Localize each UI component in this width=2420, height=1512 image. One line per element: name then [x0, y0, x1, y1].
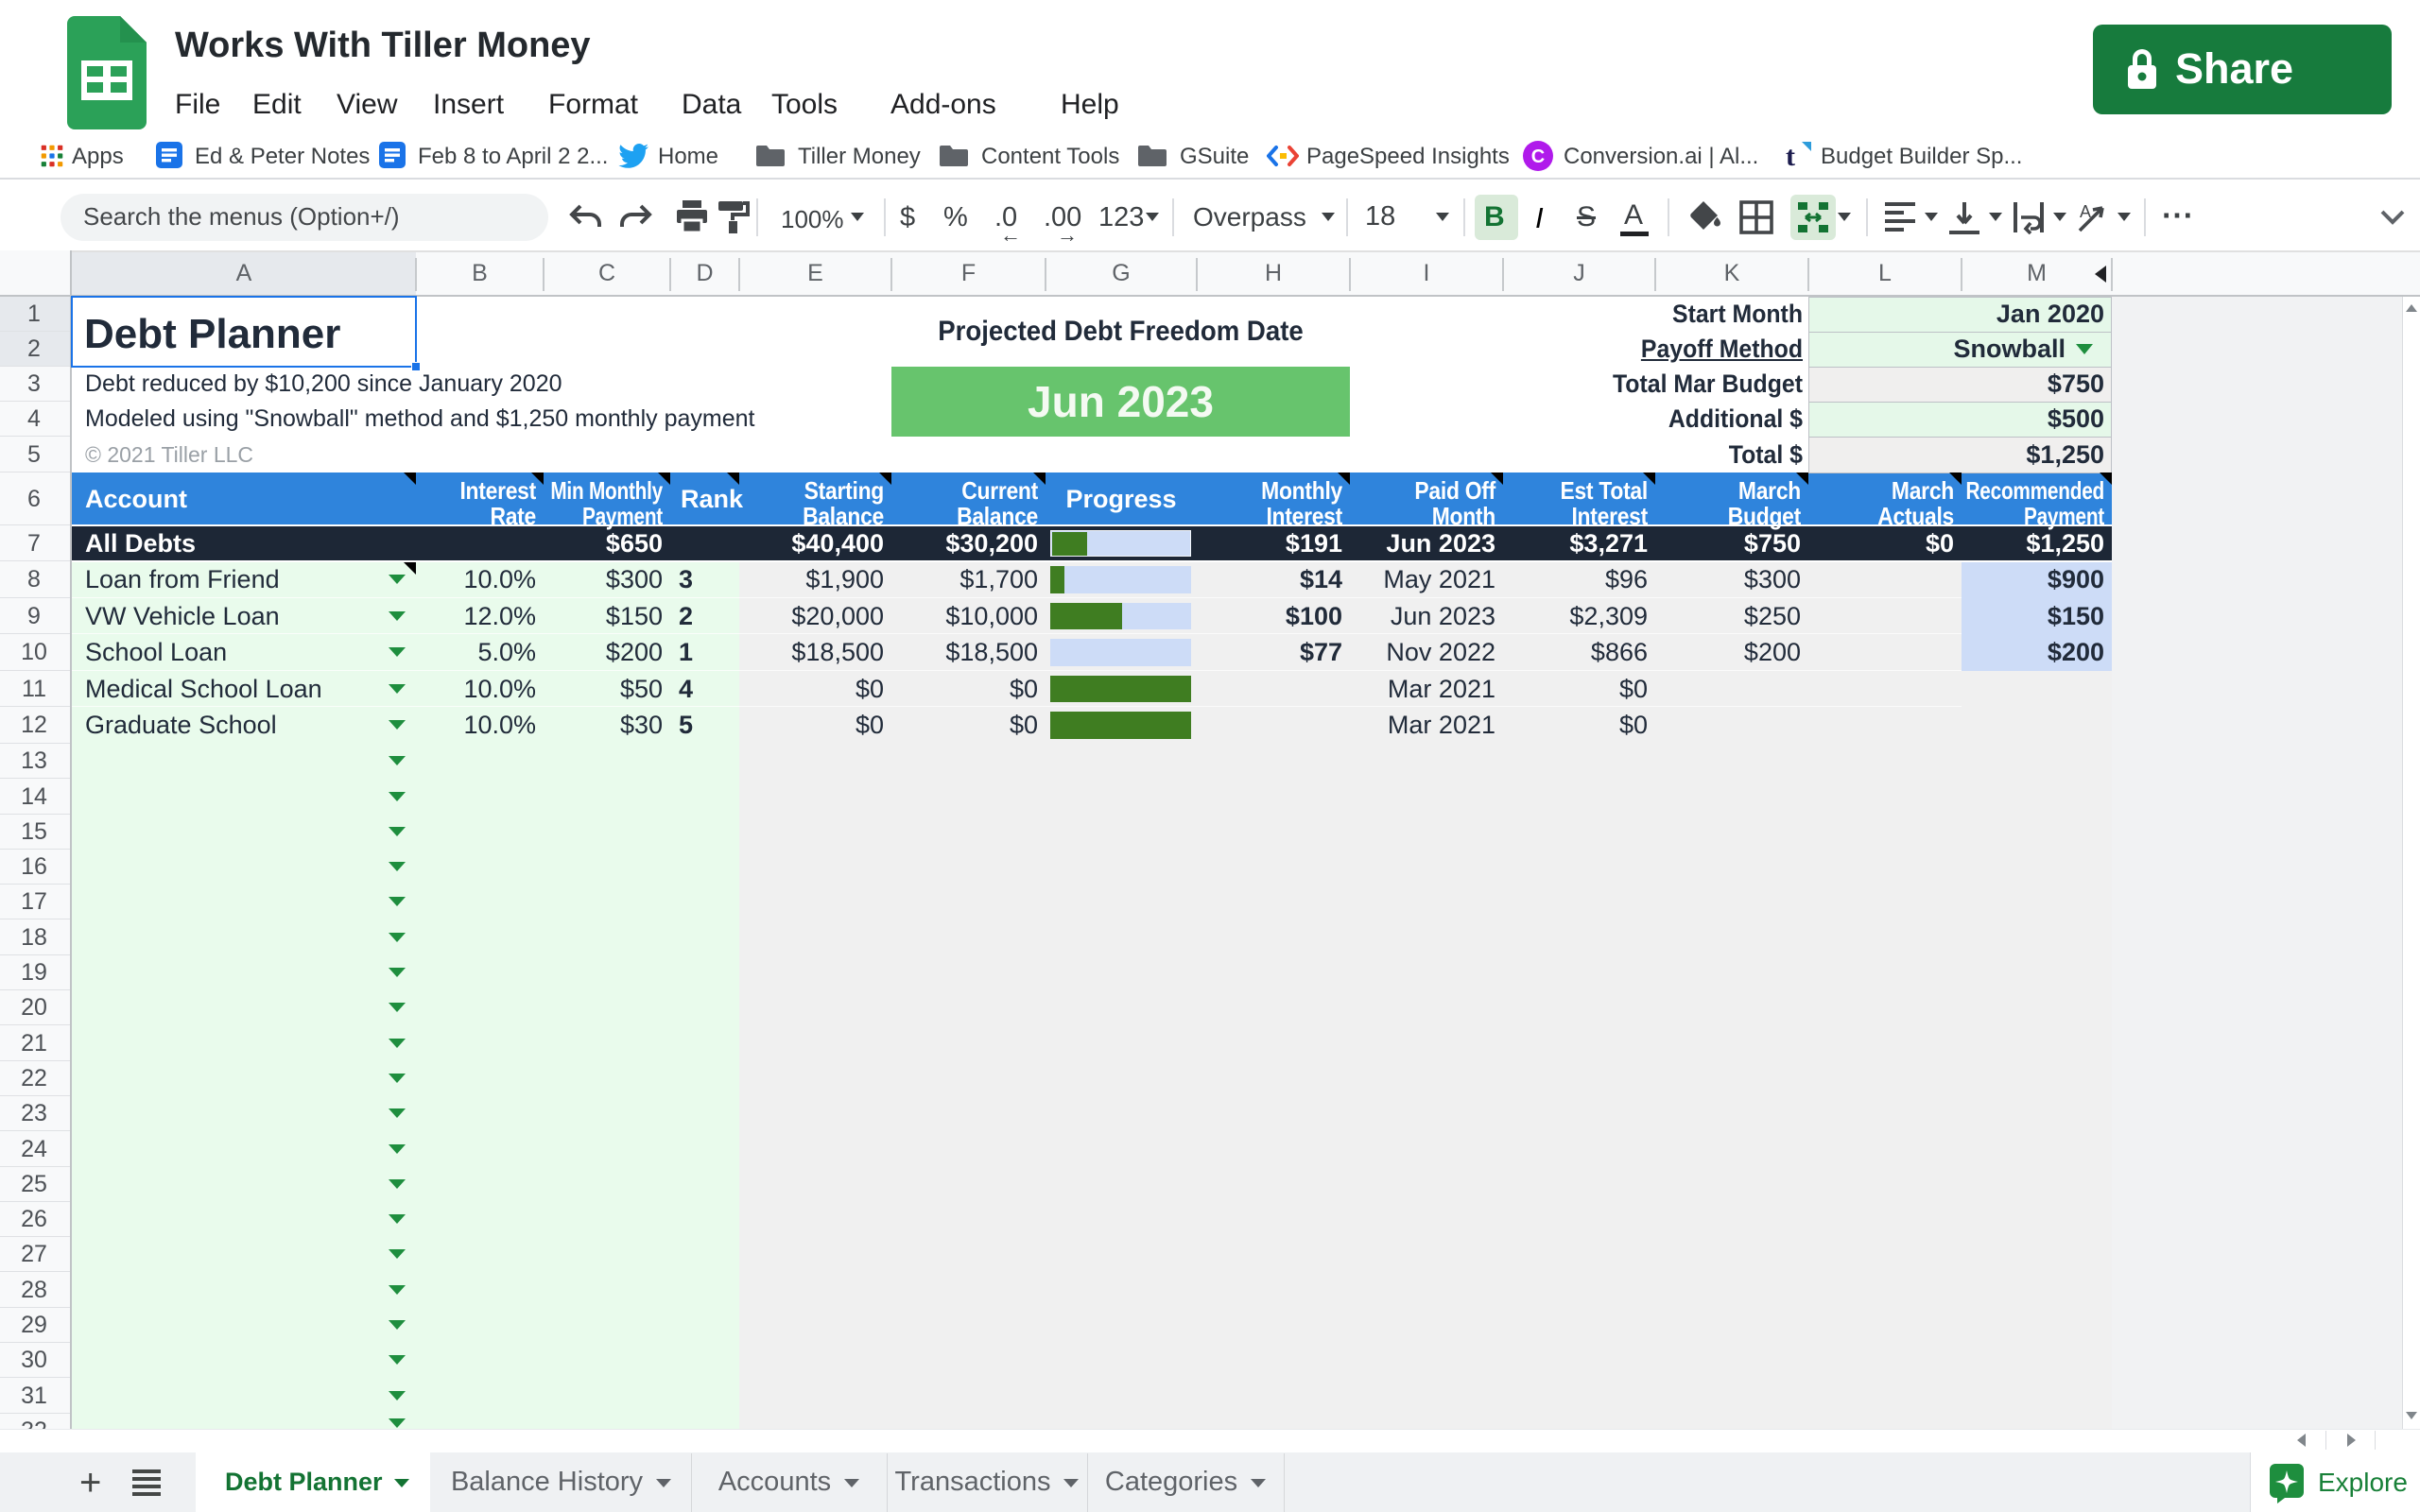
svg-text:t: t	[1786, 141, 1795, 170]
svg-text:C: C	[1531, 146, 1545, 167]
svg-text:A: A	[2080, 202, 2091, 221]
